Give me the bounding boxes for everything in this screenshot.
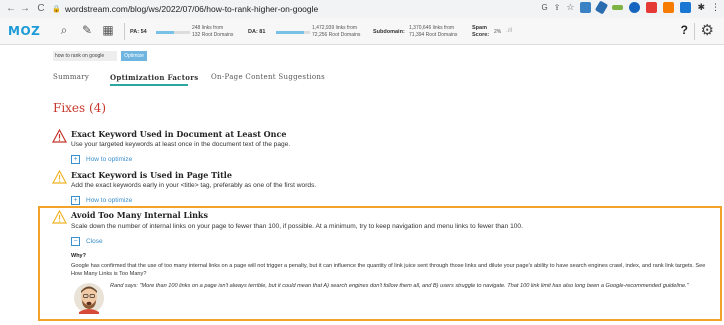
how-to-optimize-link[interactable]: + How to optimize <box>71 155 132 164</box>
close-link[interactable]: − Close <box>71 237 103 246</box>
extension-icon[interactable] <box>580 2 592 13</box>
optimize-button[interactable]: Optimize <box>121 51 147 61</box>
browser-toolbar: ← → C 🔒 wordstream.com/blog/ws/2022/07/0… <box>0 0 724 18</box>
signal-icon: .ıll <box>506 28 512 34</box>
star-icon[interactable]: ☆ <box>566 2 574 13</box>
active-tab-indicator <box>110 84 188 86</box>
toggle-label: Close <box>86 238 103 245</box>
page-authority: PA: 54 <box>130 29 147 35</box>
extension-icon[interactable] <box>646 2 658 13</box>
fix-description: Use your targeted keywords at least once… <box>71 141 291 148</box>
toggle-label: How to optimize <box>86 156 133 163</box>
back-icon[interactable]: ← <box>4 3 18 14</box>
browser-extension-icons: G ⇪ ☆ ✱ ⋮ <box>541 0 720 15</box>
highlight-pen-icon[interactable]: ✎ <box>79 23 95 39</box>
spam-label-score: Score: <box>472 32 490 38</box>
pa-bar <box>156 31 190 34</box>
spam-label: Spam <box>472 25 487 31</box>
fixes-heading: Fixes (4) <box>53 101 107 115</box>
extension-icon[interactable] <box>612 5 624 10</box>
warning-icon <box>52 210 67 224</box>
mozbar: MOZ ⌕ ✎ ▦ PA: 54 248 links from 132 Root… <box>0 18 724 45</box>
forward-icon[interactable]: → <box>18 3 32 14</box>
fix-description: Scale down the number of internal links … <box>71 223 523 230</box>
error-icon <box>52 129 67 143</box>
address-bar[interactable]: 🔒 wordstream.com/blog/ws/2022/07/06/how-… <box>52 2 597 16</box>
da-bar-fill <box>276 31 304 34</box>
plus-icon: + <box>71 196 80 205</box>
gear-icon[interactable]: ⚙ <box>701 21 714 39</box>
help-icon[interactable]: ? <box>681 23 688 37</box>
extension-icon[interactable] <box>629 2 641 13</box>
fix-description: Add the exact keywords early in your <ti… <box>71 182 317 189</box>
share-icon[interactable]: ⇪ <box>554 3 561 12</box>
divider <box>694 23 695 40</box>
da-root-domains: 72,256 Root Domains <box>312 32 361 38</box>
lock-icon: 🔒 <box>52 6 61 13</box>
google-icon[interactable]: G <box>541 3 547 12</box>
fix-title: Exact Keyword Used in Document at Least … <box>71 129 287 139</box>
plus-icon: + <box>71 155 80 164</box>
subdomain-label: Subdomain: <box>373 29 405 35</box>
why-text: Google has confirmed that the use of too… <box>71 263 706 277</box>
warning-icon <box>52 170 67 184</box>
extension-icon[interactable] <box>663 2 675 13</box>
reload-icon[interactable]: C <box>34 3 48 14</box>
spam-score: 2% <box>494 29 502 35</box>
pa-bar-fill <box>156 31 175 34</box>
rand-avatar <box>74 283 104 314</box>
subdomain-links: 1,370,646 links from <box>409 25 455 31</box>
puzzle-icon[interactable]: ✱ <box>697 2 705 13</box>
divider <box>124 23 125 40</box>
minus-icon: − <box>71 237 80 246</box>
tab-optimization-factors[interactable]: Optimization Factors <box>110 73 198 82</box>
extension-icon[interactable] <box>595 0 609 15</box>
keyword-input[interactable]: how to rank on google <box>53 51 117 61</box>
url-text: wordstream.com/blog/ws/2022/07/06/how-to… <box>65 4 319 14</box>
how-to-optimize-link[interactable]: + How to optimize <box>71 196 132 205</box>
fix-title: Exact Keyword is Used in Page Title <box>71 170 232 180</box>
rand-quote: Rand says: "More than 100 links on a pag… <box>110 283 689 289</box>
extension-icon[interactable] <box>680 2 692 13</box>
pa-links: 248 links from <box>192 25 224 31</box>
toggle-label: How to optimize <box>86 197 133 204</box>
pa-root-domains: 132 Root Domains <box>192 32 234 38</box>
tab-summary[interactable]: Summary <box>53 73 89 81</box>
menu-icon[interactable]: ⋮ <box>711 2 720 13</box>
da-bar <box>276 31 310 34</box>
page-analysis-icon[interactable]: ⌕ <box>56 23 72 39</box>
domain-authority: DA: 81 <box>248 29 266 35</box>
da-links: 1,472,939 links from <box>312 25 358 31</box>
serp-overlay-icon[interactable]: ▦ <box>100 23 116 39</box>
moz-logo: MOZ <box>8 24 41 38</box>
subdomain-root-domains: 71,394 Root Domains <box>409 32 458 38</box>
fix-title: Avoid Too Many Internal Links <box>71 210 208 220</box>
why-label: Why? <box>71 253 86 259</box>
tab-content-suggestions[interactable]: On-Page Content Suggestions <box>211 73 325 81</box>
